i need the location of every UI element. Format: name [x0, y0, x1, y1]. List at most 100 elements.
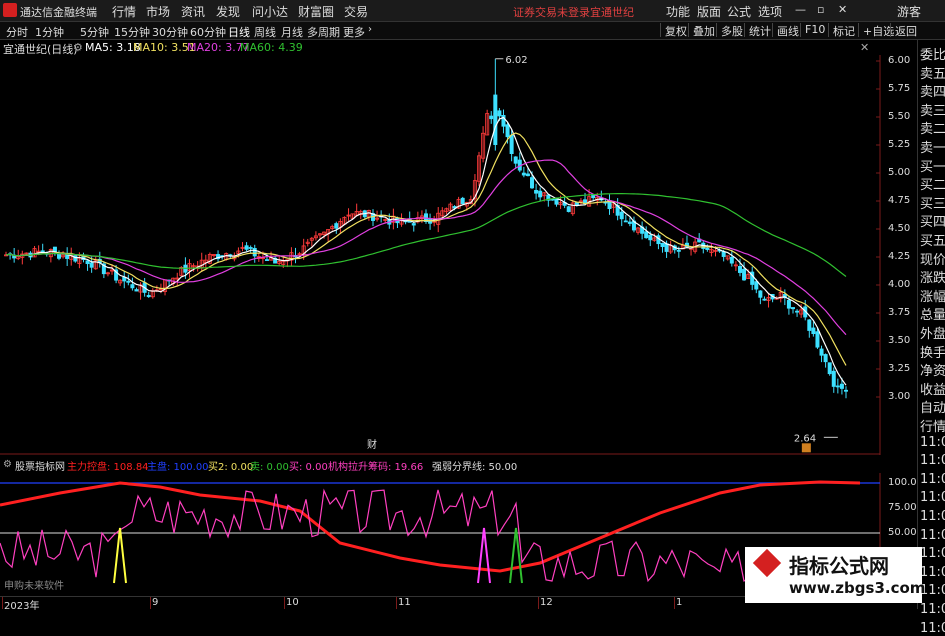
tool-f10[interactable]: F10 [800, 23, 829, 37]
period-multi[interactable]: 多周期 [307, 24, 340, 40]
side-panel-label[interactable]: 收益 [920, 379, 945, 398]
side-panel-label[interactable]: 11:0 [920, 621, 945, 636]
close-chart-icon[interactable]: ✕ [860, 41, 869, 54]
side-panel-label[interactable]: 净资 [920, 360, 945, 379]
period-60min[interactable]: 60分钟 [190, 24, 226, 40]
price-tick: 4.75 [888, 195, 911, 206]
app-title: 通达信金融终端 [20, 6, 97, 19]
watermark-logo-icon [752, 548, 782, 578]
candle-body [815, 331, 820, 348]
candle-body [334, 223, 339, 229]
price-tick: 5.75 [888, 83, 911, 94]
side-panel-label[interactable]: 11:0 [920, 472, 945, 487]
side-panel-label[interactable]: 11:0 [920, 509, 945, 524]
side-panel-label[interactable]: 11:0 [920, 453, 945, 468]
candle-body [754, 281, 759, 290]
period-5min[interactable]: 5分钟 [80, 24, 109, 40]
side-panel-label[interactable]: 11:0 [920, 546, 945, 561]
chevron-right-icon[interactable]: › [368, 24, 372, 35]
tool-stats[interactable]: 统计 [744, 23, 775, 38]
tool-mark[interactable]: 标记 [828, 23, 859, 38]
side-panel-label[interactable]: 现价 [920, 249, 945, 268]
date-tick-mark [538, 597, 539, 609]
side-panel-label[interactable]: 11:0 [920, 528, 945, 543]
side-panel-label[interactable]: 卖五 [920, 63, 945, 82]
tool-adjust[interactable]: 复权 [660, 23, 691, 38]
side-panel-label[interactable]: 换手 [920, 342, 945, 361]
side-panel-label[interactable]: 总量 [920, 304, 945, 323]
app-logo-icon [3, 3, 17, 17]
candle-body [627, 221, 632, 224]
restore-icon[interactable]: ▫ [817, 3, 824, 16]
side-panel-label[interactable]: 卖四 [920, 81, 945, 100]
side-panel-label[interactable]: 卖三 [920, 100, 945, 119]
settings-icon[interactable]: ⚙ [73, 41, 83, 54]
period-more[interactable]: 更多 [343, 24, 365, 40]
menu-quotes[interactable]: 行情 [112, 3, 136, 20]
side-panel-label[interactable]: 卖一 [920, 137, 945, 156]
menu-market[interactable]: 市场 [146, 3, 170, 20]
tool-overlay[interactable]: 叠加 [688, 23, 719, 38]
candle-body [146, 295, 151, 298]
menu-ask[interactable]: 问小达 [252, 3, 288, 20]
price-axis: 6.00 5.75 5.50 5.25 5.00 4.75 4.50 4.25 4.00 3.75… [880, 55, 916, 455]
indicator-name: 股票指标网 [15, 462, 65, 473]
date-tick-mark [396, 597, 397, 609]
side-panel-label[interactable]: 卖二 [920, 118, 945, 137]
side-panel-label[interactable]: 买三 [920, 193, 945, 212]
price-tick: 3.25 [888, 363, 911, 374]
menu-formula[interactable]: 公式 [727, 3, 751, 20]
tool-draw[interactable]: 画线 [772, 23, 803, 38]
candle-body [839, 383, 844, 389]
candle-body [264, 259, 269, 262]
period-intraday[interactable]: 分时 [6, 24, 28, 40]
guest-label[interactable]: 游客 [897, 3, 921, 20]
period-daily[interactable]: 日线 [228, 24, 250, 40]
side-panel-label[interactable]: 11:0 [920, 435, 945, 450]
period-monthly[interactable]: 月线 [281, 24, 303, 40]
side-panel-label[interactable]: 涨幅 [920, 286, 945, 305]
indicator-settings-icon[interactable]: ⚙ [3, 459, 12, 470]
watermark-url: www.zbgs3.com [789, 579, 926, 597]
menu-options[interactable]: 选项 [758, 3, 782, 20]
menu-news[interactable]: 资讯 [181, 3, 205, 20]
tool-back[interactable]: 返回 [890, 23, 921, 38]
side-panel-label[interactable]: 11:0 [920, 565, 945, 580]
candle-body [790, 307, 795, 310]
candle-body [509, 134, 514, 154]
tool-multi-stock[interactable]: 多股 [716, 23, 747, 38]
side-panel-label[interactable]: 11:0 [920, 490, 945, 505]
side-panel-label[interactable]: 自动 [920, 397, 945, 416]
side-panel-label[interactable]: 买二 [920, 174, 945, 193]
period-weekly[interactable]: 周线 [254, 24, 276, 40]
side-panel-label[interactable]: 外盘 [920, 323, 945, 342]
close-icon[interactable]: ✕ [838, 3, 847, 16]
main-force-value: 主力控盘: 108.84 [67, 462, 149, 473]
side-panel-label[interactable]: 行情 [920, 416, 945, 435]
menu-wealth[interactable]: 财富圈 [298, 3, 334, 20]
period-1min[interactable]: 1分钟 [35, 24, 64, 40]
side-panel-label[interactable]: 买五 [920, 230, 945, 249]
candle-body [566, 206, 571, 212]
candle-body [411, 223, 416, 226]
side-panel-label[interactable]: 买一 [920, 156, 945, 175]
side-panel-label[interactable]: 11:0 [920, 602, 945, 617]
candlestick-chart[interactable]: 6.02 2.64 财 [0, 55, 916, 455]
period-15min[interactable]: 15分钟 [114, 24, 150, 40]
period-30min[interactable]: 30分钟 [152, 24, 188, 40]
menu-function[interactable]: 功能 [666, 3, 690, 20]
candle-body [130, 284, 135, 289]
login-status[interactable]: 证券交易未登录 [513, 4, 590, 20]
date-tick: 11 [398, 597, 411, 608]
minimize-icon[interactable]: — [795, 3, 806, 16]
menu-discover[interactable]: 发现 [216, 3, 240, 20]
side-panel-label[interactable]: 委比 [920, 44, 945, 63]
side-panel-label[interactable]: 涨跌 [920, 267, 945, 286]
date-tick-mark [150, 597, 151, 609]
candle-body [705, 247, 710, 250]
candle-body [827, 362, 832, 375]
menu-trade[interactable]: 交易 [344, 3, 368, 20]
menu-layout[interactable]: 版面 [697, 3, 721, 20]
candle-body [844, 389, 849, 392]
side-panel-label[interactable]: 买四 [920, 211, 945, 230]
